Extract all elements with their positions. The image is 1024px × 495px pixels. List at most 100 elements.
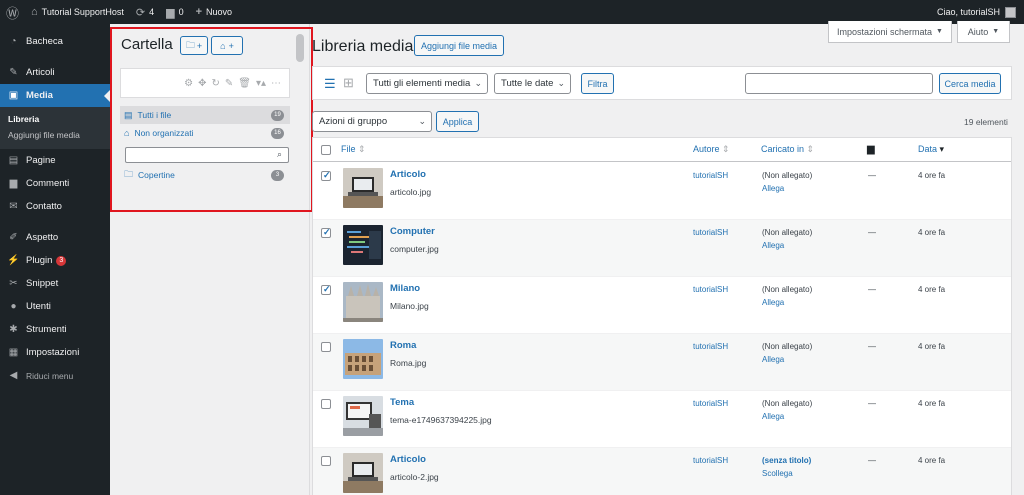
media-title-link[interactable]: Roma <box>390 340 416 351</box>
media-thumbnail[interactable] <box>343 396 383 436</box>
table-row[interactable]: Articolo articolo.jpg tutorialSH (Non alleg… <box>313 163 1011 220</box>
comments-link[interactable]: ▆ 0 <box>160 0 189 24</box>
dashboard-icon: ◔ <box>10 36 17 47</box>
wrench-icon: ✱ <box>9 324 18 335</box>
updates-icon: ⟳ <box>135 6 146 19</box>
row-checkbox[interactable] <box>321 227 331 238</box>
media-thumbnail[interactable] <box>343 225 383 265</box>
media-filename: Milano.jpg <box>390 301 429 311</box>
media-filename: Roma.jpg <box>390 358 427 368</box>
uploaded-to: (Non allegato) <box>762 171 813 180</box>
help-button[interactable]: Aiuto ▼ <box>957 21 1010 43</box>
row-checkbox[interactable] <box>321 456 331 466</box>
bulk-actions-select[interactable]: Azioni di gruppo ⌄ <box>312 111 432 132</box>
sort-desc-icon: ▾ <box>939 144 945 154</box>
media-title-link[interactable]: Articolo <box>390 454 426 465</box>
sidebar-item-impostazioni[interactable]: ▦ Impostazioni <box>0 341 110 364</box>
wordpress-logo-icon[interactable]: Ⓦ <box>0 0 25 24</box>
chevron-down-icon: ⌄ <box>557 78 565 88</box>
sidebar-item-strumenti[interactable]: ✱ Strumenti <box>0 318 110 341</box>
author-link[interactable]: tutorialSH <box>693 285 728 294</box>
attach-link[interactable]: Scollega <box>762 469 793 478</box>
search-media-button[interactable]: Cerca media <box>939 73 1001 94</box>
sort-icon: ⇕ <box>722 144 730 154</box>
submenu-add-media[interactable]: Aggiungi file media <box>0 127 110 143</box>
media-thumbnail[interactable] <box>343 339 383 379</box>
sidebar-item-bacheca[interactable]: ◔ Bacheca <box>0 30 110 53</box>
updates-link[interactable]: ⟳ 4 <box>130 0 160 24</box>
sidebar-item-commenti[interactable]: ▆ Commenti <box>0 172 110 195</box>
table-row[interactable]: Roma Roma.jpg tutorialSH (Non allegato) Alle… <box>313 334 1011 391</box>
sidebar-item-aspetto[interactable]: ✐ Aspetto <box>0 226 110 249</box>
screen-options-button[interactable]: Impostazioni schermata ▼ <box>828 21 952 43</box>
media-filename: computer.jpg <box>390 244 439 254</box>
site-name-link[interactable]: ⌂ Tutorial SupportHost <box>25 0 130 24</box>
add-media-button[interactable]: Aggiungi file media <box>414 35 504 56</box>
table-row[interactable]: Tema tema-e1749637394225.jpg tutorialSH (No… <box>313 391 1011 448</box>
attach-link[interactable]: Allega <box>762 412 784 421</box>
attach-link[interactable]: Allega <box>762 355 784 364</box>
table-row[interactable]: Milano Milano.jpg tutorialSH (Non allegato)… <box>313 277 1011 334</box>
sidebar-item-plugin[interactable]: ⚡ Plugin 3 <box>0 249 110 272</box>
column-file[interactable]: File ⇕ <box>341 144 366 155</box>
table-row[interactable]: Articolo articolo-2.jpg tutorialSH (senza t… <box>313 448 1011 495</box>
page-title: Libreria media <box>312 38 414 55</box>
sort-icon: ⇕ <box>358 144 366 154</box>
comments-count: — <box>868 456 876 465</box>
column-uploaded[interactable]: Caricato in ⇕ <box>761 144 814 155</box>
row-checkbox[interactable] <box>321 342 331 352</box>
media-title-link[interactable]: Milano <box>390 283 420 294</box>
author-link[interactable]: tutorialSH <box>693 456 728 465</box>
new-content-link[interactable]: + Nuovo <box>190 0 238 24</box>
media-thumbnail[interactable] <box>343 453 383 493</box>
uploaded-to: (Non allegato) <box>762 228 813 237</box>
author-link[interactable]: tutorialSH <box>693 228 728 237</box>
attach-link[interactable]: Allega <box>762 298 784 307</box>
sidebar-item-utenti[interactable]: ● Utenti <box>0 295 110 318</box>
comments-column-icon[interactable]: ▆ <box>867 144 875 155</box>
media-thumbnail[interactable] <box>343 282 383 322</box>
author-link[interactable]: tutorialSH <box>693 399 728 408</box>
row-checkbox[interactable] <box>321 284 331 295</box>
uploaded-to: (Non allegato) <box>762 399 813 408</box>
sidebar-item-articoli[interactable]: ✎ Articoli <box>0 61 110 84</box>
comment-icon: ▆ <box>166 6 175 19</box>
author-link[interactable]: tutorialSH <box>693 171 728 180</box>
pin-icon: ✎ <box>9 67 18 78</box>
table-row[interactable]: Computer computer.jpg tutorialSH (Non alleg… <box>313 220 1011 277</box>
sidebar-item-pagine[interactable]: ▤ Pagine <box>0 149 110 172</box>
table-header: File ⇕ Autore ⇕ Caricato in ⇕ ▆ Data ▾ <box>313 138 1011 162</box>
column-author[interactable]: Autore ⇕ <box>693 144 730 155</box>
media-title-link[interactable]: Tema <box>390 397 414 408</box>
row-checkbox[interactable] <box>321 170 331 181</box>
list-view-icon[interactable]: ☰ <box>324 76 336 92</box>
avatar[interactable] <box>1005 6 1016 18</box>
sidebar-item-snippet[interactable]: ✂ Snippet <box>0 272 110 295</box>
user-icon: ● <box>10 301 17 312</box>
filter-button[interactable]: Filtra <box>581 73 614 94</box>
media-search-input[interactable] <box>745 73 933 94</box>
author-link[interactable]: tutorialSH <box>693 342 728 351</box>
caret-down-icon: ▼ <box>992 28 1000 35</box>
media-filename: articolo.jpg <box>390 187 432 197</box>
media-table: File ⇕ Autore ⇕ Caricato in ⇕ ▆ Data ▾ A… <box>312 137 1012 495</box>
row-checkbox[interactable] <box>321 399 331 409</box>
media-title-link[interactable]: Computer <box>390 226 435 237</box>
sidebar-item-contatto[interactable]: ✉ Contatto <box>0 195 110 218</box>
apply-button[interactable]: Applica <box>436 111 479 132</box>
collapse-menu-button[interactable]: ◀ Riduci menu <box>0 364 110 387</box>
user-greeting[interactable]: Ciao, tutorialSH <box>937 7 1000 17</box>
media-thumbnail[interactable] <box>343 168 383 208</box>
select-all-checkbox[interactable] <box>321 145 331 155</box>
attach-link[interactable]: Allega <box>762 184 784 193</box>
media-type-select[interactable]: Tutti gli elementi media ⌄ <box>366 73 488 94</box>
page-icon: ▤ <box>8 155 19 166</box>
date-select[interactable]: Tutte le date ⌄ <box>494 73 571 94</box>
sidebar-item-media[interactable]: ▣ Media <box>0 84 110 107</box>
grid-view-icon[interactable]: ⊞ <box>343 75 354 91</box>
submenu-libreria[interactable]: Libreria <box>0 111 110 127</box>
attach-link[interactable]: Allega <box>762 241 784 250</box>
media-title-link[interactable]: Articolo <box>390 169 426 180</box>
column-date[interactable]: Data ▾ <box>918 144 944 155</box>
upload-date: 4 ore fa <box>918 456 946 465</box>
